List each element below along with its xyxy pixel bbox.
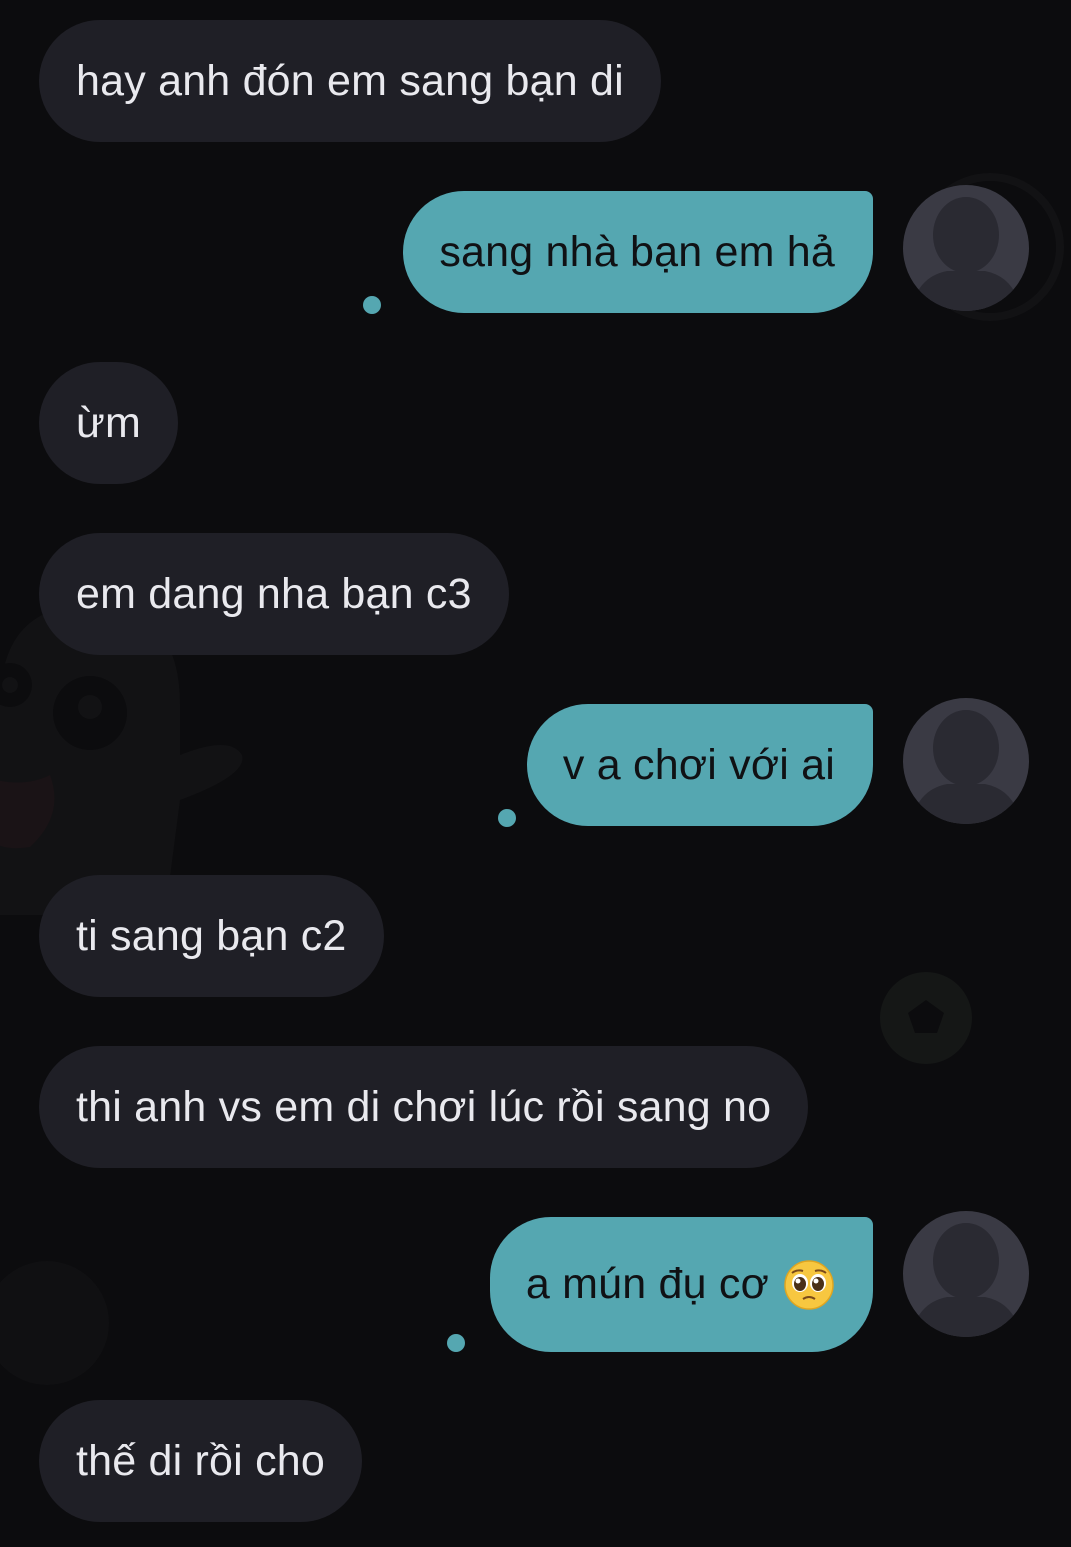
incoming-message-bubble[interactable]: thi anh vs em di chơi lúc rồi sang no — [39, 1046, 809, 1168]
default-avatar-icon[interactable] — [903, 698, 1029, 824]
sent-dot-icon — [447, 1334, 465, 1352]
soccer-ball-doodle-icon — [880, 972, 972, 1064]
pleading-face-emoji-icon — [783, 1259, 835, 1311]
incoming-message-bubble[interactable]: ừm — [39, 362, 179, 484]
sent-dot-icon — [363, 296, 381, 314]
message-text: a mún đụ cơ — [525, 1260, 769, 1308]
incoming-message-bubble[interactable]: hay anh đón em sang bạn di — [39, 20, 661, 142]
default-avatar-icon[interactable] — [903, 1211, 1029, 1337]
message-text: v a chơi với ai — [562, 740, 835, 789]
incoming-message-bubble[interactable]: em dang nha bạn c3 — [39, 533, 509, 655]
sent-dot-icon — [498, 809, 516, 827]
message-text: thi anh vs em di chơi lúc rồi sang no — [76, 1082, 772, 1131]
default-avatar-icon[interactable] — [903, 185, 1029, 311]
chat-conversation: hay anh đón em sang bạn di sang nhà bạn … — [0, 0, 1071, 1547]
message-text: em dang nha bạn c3 — [76, 569, 472, 618]
outgoing-message-bubble[interactable]: sang nhà bạn em hả — [403, 191, 873, 313]
round-doodle-icon — [0, 1261, 109, 1385]
message-text: thế di rồi cho — [76, 1436, 326, 1485]
message-text: hay anh đón em sang bạn di — [76, 56, 624, 105]
incoming-message-bubble[interactable]: thế di rồi cho — [39, 1400, 363, 1522]
outgoing-message-bubble[interactable]: v a chơi với ai — [526, 704, 873, 826]
message-text: sang nhà bạn em hả — [439, 227, 835, 276]
message-text: ti sang bạn c2 — [76, 911, 347, 960]
outgoing-message-bubble[interactable]: a mún đụ cơ — [489, 1217, 873, 1352]
message-text: ừm — [76, 398, 142, 447]
incoming-message-bubble[interactable]: ti sang bạn c2 — [39, 875, 384, 997]
